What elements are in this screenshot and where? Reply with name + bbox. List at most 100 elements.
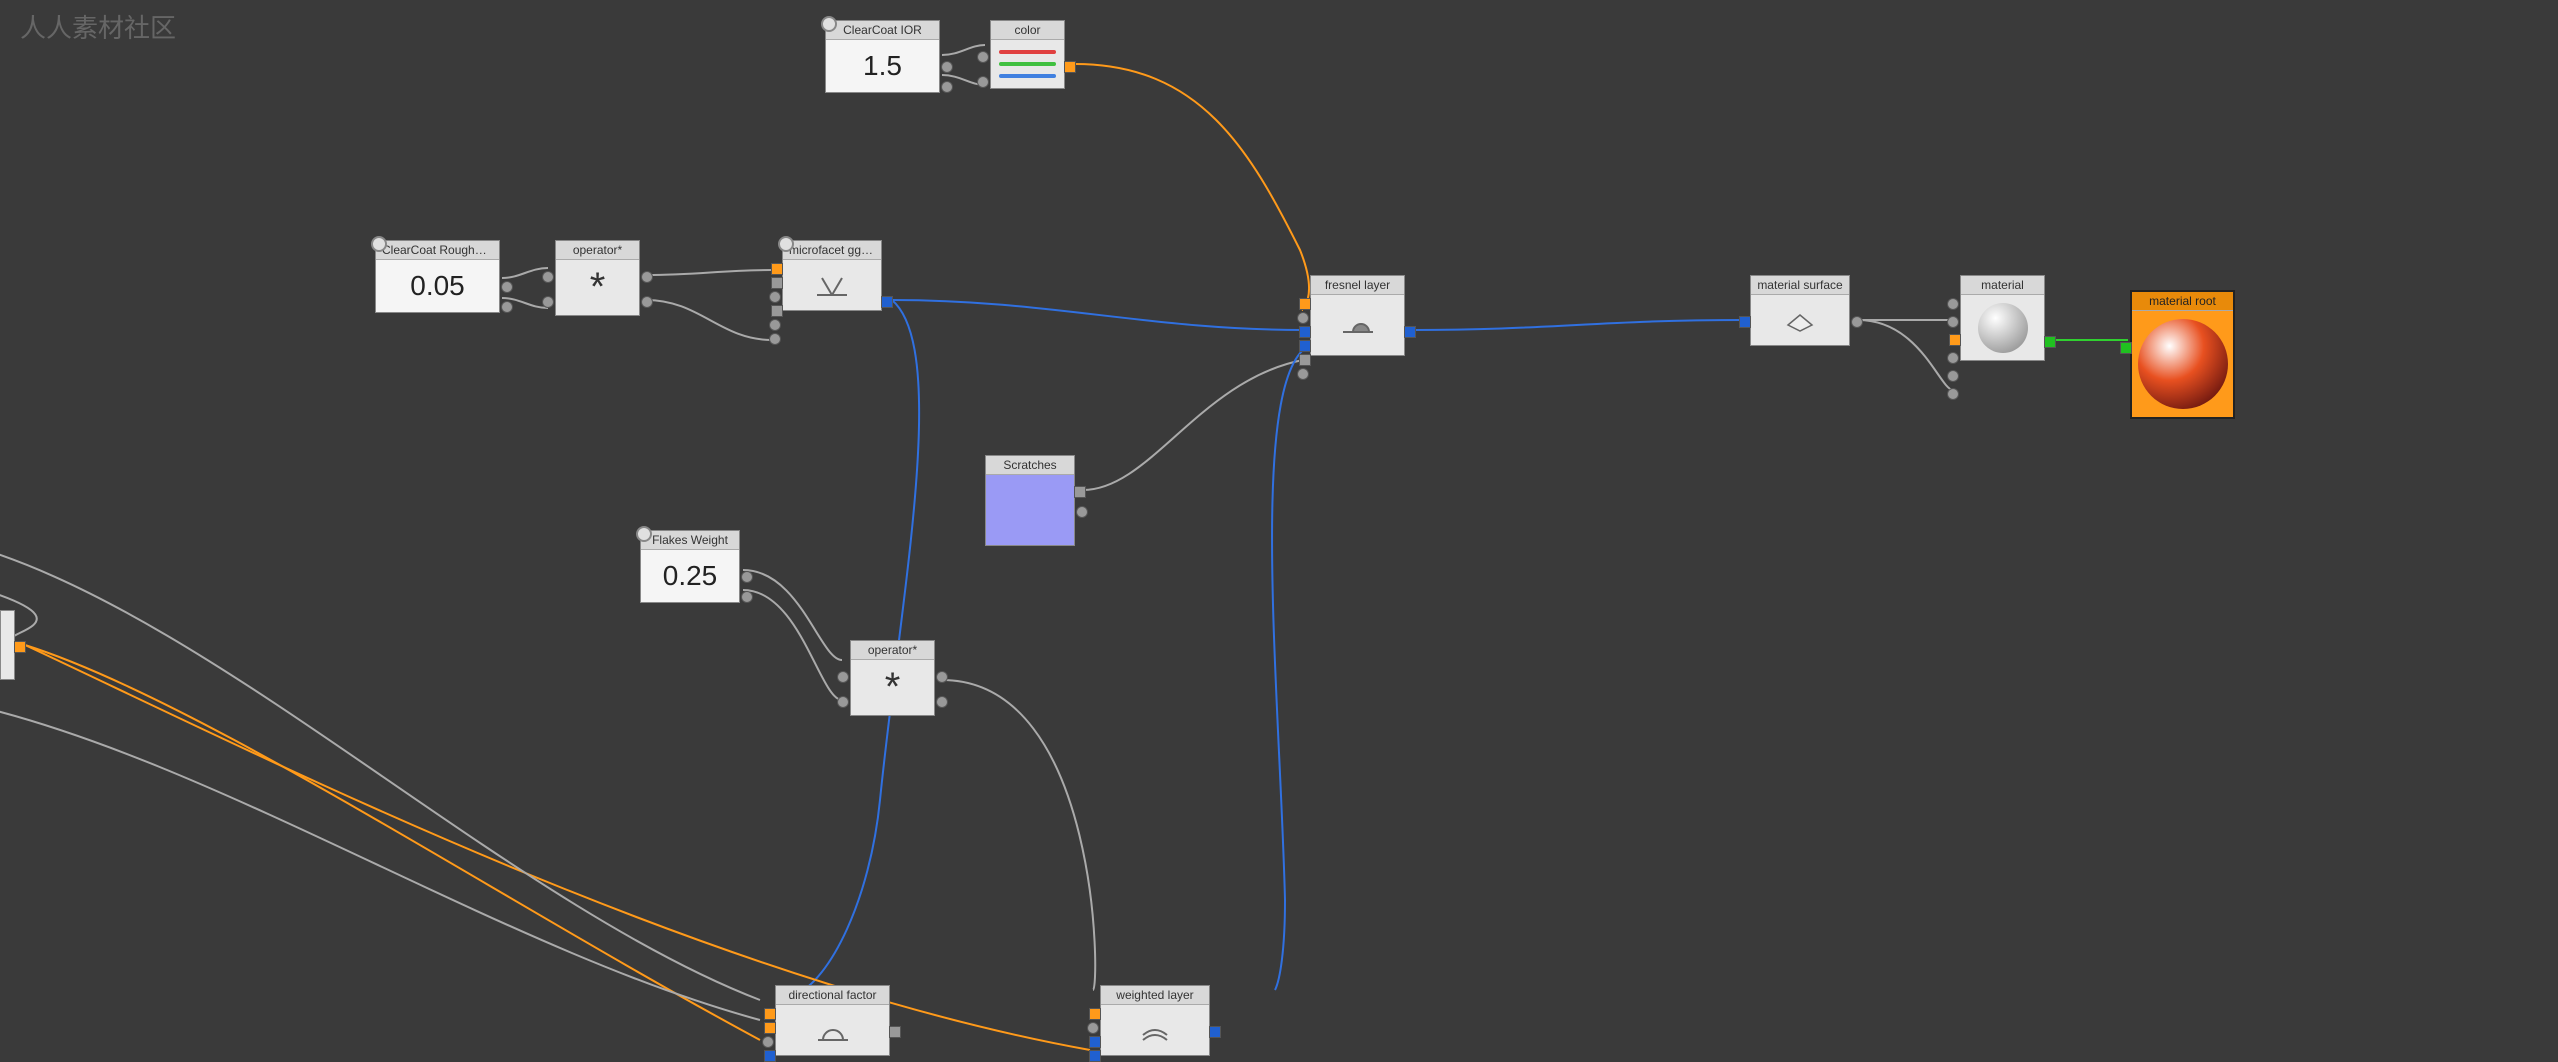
input-port[interactable]	[769, 319, 781, 331]
input-port[interactable]	[1947, 352, 1959, 364]
output-port[interactable]	[501, 301, 513, 313]
node-operator-multiply[interactable]: operator* *	[555, 240, 640, 316]
node-title: weighted layer	[1101, 986, 1209, 1005]
output-port[interactable]	[1076, 506, 1088, 518]
input-port[interactable]	[977, 76, 989, 88]
node-title: ClearCoat IOR	[826, 21, 939, 40]
directional-icon	[776, 1005, 889, 1055]
node-title: color	[991, 21, 1064, 40]
input-port[interactable]	[1089, 1036, 1101, 1048]
node-title: directional factor	[776, 986, 889, 1005]
output-port[interactable]	[641, 271, 653, 283]
input-port[interactable]	[764, 1050, 776, 1062]
input-port[interactable]	[1297, 312, 1309, 324]
node-title: Scratches	[986, 456, 1074, 475]
output-port[interactable]	[641, 296, 653, 308]
node-title: material root	[2132, 292, 2233, 311]
input-port[interactable]	[769, 291, 781, 303]
output-port[interactable]	[1851, 316, 1863, 328]
input-port[interactable]	[1089, 1008, 1101, 1020]
input-port[interactable]	[1947, 316, 1959, 328]
node-title: operator*	[556, 241, 639, 260]
node-directional-factor[interactable]: directional factor	[775, 985, 890, 1056]
node-title: material	[1961, 276, 2044, 295]
breakpoint-icon[interactable]	[636, 526, 652, 542]
input-port[interactable]	[771, 305, 783, 317]
node-material-surface[interactable]: material surface	[1750, 275, 1850, 346]
node-title: fresnel layer	[1311, 276, 1404, 295]
node-microfacet-ggx[interactable]: microfacet ggx sm…	[782, 240, 882, 311]
input-port[interactable]	[542, 296, 554, 308]
input-port[interactable]	[837, 696, 849, 708]
watermark-text: 人人素材社区	[20, 8, 176, 45]
input-port[interactable]	[1947, 298, 1959, 310]
input-port[interactable]	[1299, 326, 1311, 338]
input-port[interactable]	[1089, 1050, 1101, 1062]
input-port[interactable]	[837, 671, 849, 683]
input-port[interactable]	[2120, 342, 2132, 354]
node-title: microfacet ggx sm…	[783, 241, 881, 260]
node-partial-left[interactable]	[0, 610, 15, 680]
breakpoint-icon[interactable]	[821, 16, 837, 32]
weighted-icon	[1101, 1005, 1209, 1055]
node-fresnel-layer[interactable]: fresnel layer	[1310, 275, 1405, 356]
output-port[interactable]	[941, 81, 953, 93]
output-port[interactable]	[14, 641, 26, 653]
surface-icon	[1751, 295, 1849, 345]
node-value[interactable]: 0.25	[641, 550, 739, 602]
input-port[interactable]	[1087, 1022, 1099, 1034]
material-icon	[1961, 295, 2044, 360]
color-preview	[991, 40, 1064, 88]
input-port[interactable]	[764, 1008, 776, 1020]
output-port[interactable]	[881, 296, 893, 308]
breakpoint-icon[interactable]	[778, 236, 794, 252]
node-material[interactable]: material	[1960, 275, 2045, 361]
input-port[interactable]	[1947, 370, 1959, 382]
microfacet-icon	[783, 260, 881, 310]
output-port[interactable]	[741, 571, 753, 583]
material-preview	[2132, 311, 2233, 417]
node-operator-multiply-2[interactable]: operator* *	[850, 640, 935, 716]
node-weighted-layer[interactable]: weighted layer	[1100, 985, 1210, 1056]
input-port[interactable]	[1299, 354, 1311, 366]
breakpoint-icon[interactable]	[371, 236, 387, 252]
output-port[interactable]	[941, 61, 953, 73]
node-flakes-weight[interactable]: Flakes Weight 0.25	[640, 530, 740, 603]
input-port[interactable]	[542, 271, 554, 283]
operator-symbol: *	[851, 660, 934, 715]
output-port[interactable]	[1209, 1026, 1221, 1038]
output-port[interactable]	[936, 696, 948, 708]
node-title: Flakes Weight	[641, 531, 739, 550]
input-port[interactable]	[977, 51, 989, 63]
node-value[interactable]: 0.05	[376, 260, 499, 312]
input-port[interactable]	[1947, 388, 1959, 400]
output-port[interactable]	[501, 281, 513, 293]
output-port[interactable]	[936, 671, 948, 683]
node-clearcoat-ior[interactable]: ClearCoat IOR 1.5	[825, 20, 940, 93]
input-port[interactable]	[1299, 340, 1311, 352]
output-port[interactable]	[741, 591, 753, 603]
operator-symbol: *	[556, 260, 639, 315]
input-port[interactable]	[1949, 334, 1961, 346]
input-port[interactable]	[762, 1036, 774, 1048]
input-port[interactable]	[1297, 368, 1309, 380]
output-port[interactable]	[1064, 61, 1076, 73]
node-color[interactable]: color	[990, 20, 1065, 89]
node-scratches[interactable]: Scratches	[985, 455, 1075, 546]
input-port[interactable]	[771, 277, 783, 289]
output-port[interactable]	[1404, 326, 1416, 338]
scratches-preview	[986, 475, 1074, 545]
input-port[interactable]	[1739, 316, 1751, 328]
output-port[interactable]	[1074, 486, 1086, 498]
node-title: material surface	[1751, 276, 1849, 295]
graph-edges	[0, 0, 2558, 1054]
input-port[interactable]	[769, 333, 781, 345]
node-material-root[interactable]: material root	[2130, 290, 2235, 419]
node-value[interactable]: 1.5	[826, 40, 939, 92]
input-port[interactable]	[771, 263, 783, 275]
output-port[interactable]	[2044, 336, 2056, 348]
output-port[interactable]	[889, 1026, 901, 1038]
node-clearcoat-roughness[interactable]: ClearCoat Roughn… 0.05	[375, 240, 500, 313]
input-port[interactable]	[764, 1022, 776, 1034]
input-port[interactable]	[1299, 298, 1311, 310]
